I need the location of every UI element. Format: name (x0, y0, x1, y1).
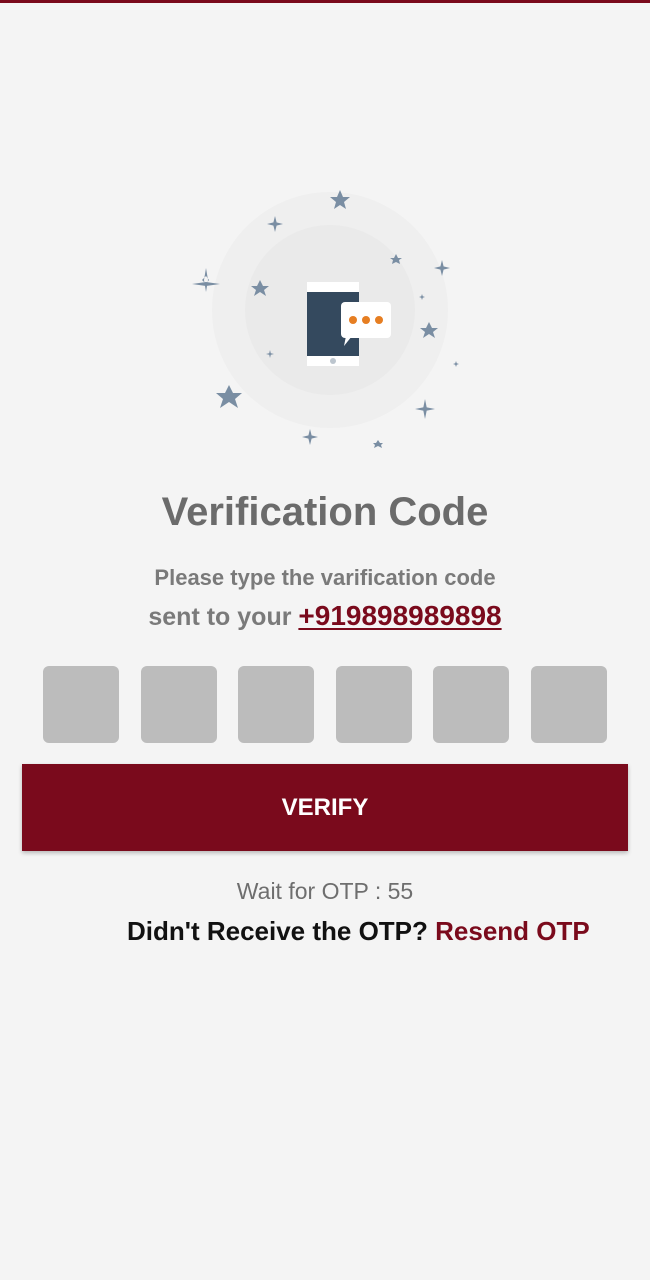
verify-button[interactable]: VERIFY (22, 764, 628, 851)
resend-otp-link[interactable]: Resend OTP (435, 916, 590, 946)
otp-digit-4[interactable] (335, 666, 412, 743)
instruction-text: Please type the varification code (154, 565, 496, 590)
sent-to-label: sent to your (148, 603, 299, 631)
otp-digit-3[interactable] (238, 666, 315, 743)
top-accent-bar (0, 0, 650, 3)
phone-number-link[interactable]: +919898989898 (298, 600, 501, 631)
otp-digit-5[interactable] (433, 666, 510, 743)
page-title: Verification Code (161, 490, 489, 534)
otp-digit-1[interactable] (43, 666, 119, 743)
otp-countdown: Wait for OTP : 55 (236, 878, 414, 904)
otp-input-row (43, 666, 607, 743)
sent-to-line: sent to your +919898989898 (0, 600, 650, 632)
otp-digit-6[interactable] (530, 666, 607, 743)
verification-illustration (180, 180, 480, 460)
resend-line: Didn't Receive the OTP? Resend OTP (127, 916, 590, 947)
otp-digit-2[interactable] (140, 666, 217, 743)
resend-prompt: Didn't Receive the OTP? (127, 916, 436, 946)
phone-message-icon (192, 190, 459, 448)
